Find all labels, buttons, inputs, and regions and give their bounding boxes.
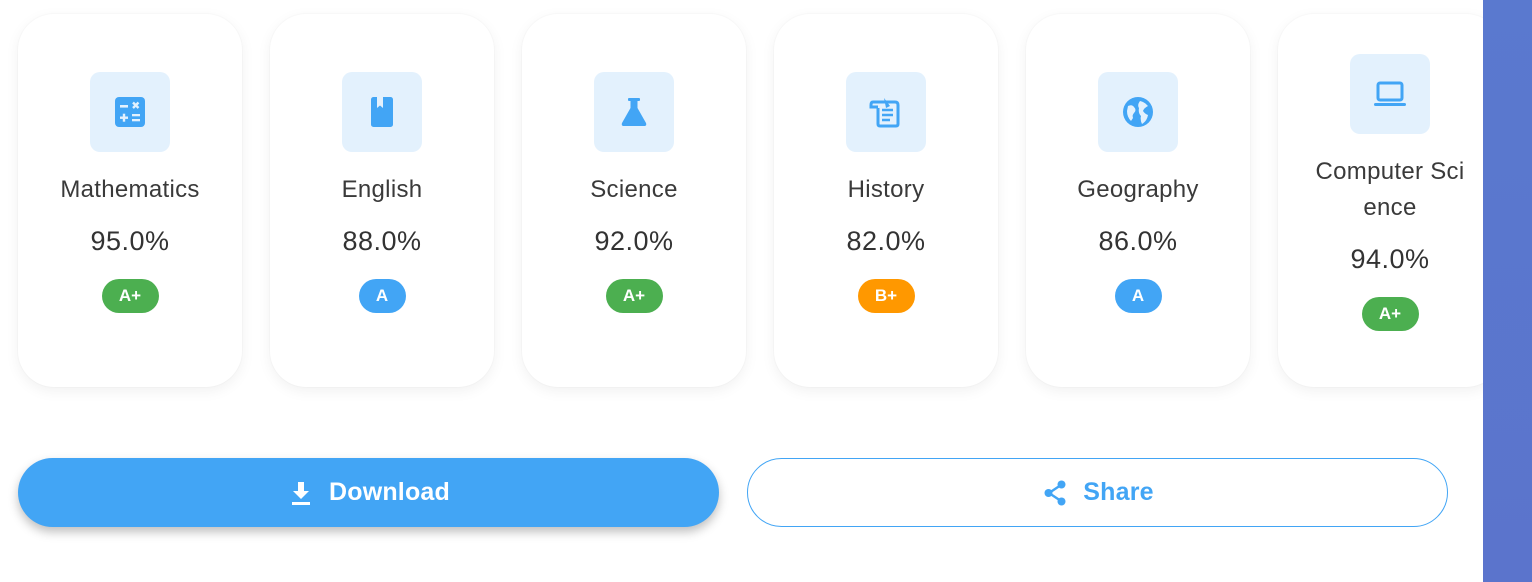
subject-name: Geography (1077, 176, 1199, 203)
action-buttons: Download Share (18, 458, 1448, 527)
subject-percentage: 94.0% (1350, 244, 1430, 274)
grade-badge: A (1114, 279, 1162, 313)
grade-badge: B+ (857, 279, 915, 313)
subject-name: Computer Science (1315, 158, 1465, 221)
subject-name: English (341, 176, 423, 203)
subject-name: History (847, 176, 925, 203)
subject-name: Science (590, 176, 678, 203)
subject-card-history: History 82.0% B+ (774, 14, 998, 387)
download-button[interactable]: Download (18, 458, 719, 527)
flask-icon (594, 72, 674, 152)
download-label: Download (328, 478, 451, 506)
download-icon (287, 479, 315, 507)
subject-card-geography: Geography 86.0% A (1026, 14, 1250, 387)
subject-name: Mathematics (60, 176, 200, 203)
grade-badge: A+ (605, 279, 663, 313)
share-button[interactable]: Share (747, 458, 1448, 527)
share-icon (1041, 479, 1069, 507)
subject-card-english: English 88.0% A (270, 14, 494, 387)
report-content: Mathematics 95.0% A+ English 88.0% A Sci… (0, 0, 1483, 582)
grade-badge: A+ (1361, 297, 1419, 331)
subject-card-science: Science 92.0% A+ (522, 14, 746, 387)
subject-percentage: 86.0% (1098, 226, 1178, 256)
scroll-icon (846, 72, 926, 152)
subject-cards: Mathematics 95.0% A+ English 88.0% A Sci… (18, 14, 1483, 387)
grade-badge: A (358, 279, 406, 313)
laptop-icon (1350, 54, 1430, 134)
subject-percentage: 88.0% (342, 226, 422, 256)
subject-percentage: 82.0% (846, 226, 926, 256)
subject-card-mathematics: Mathematics 95.0% A+ (18, 14, 242, 387)
globe-icon (1098, 72, 1178, 152)
grade-badge: A+ (101, 279, 159, 313)
side-panel (1483, 0, 1532, 582)
subject-card-computer-science: Computer Science 94.0% A+ (1278, 14, 1483, 387)
subject-percentage: 92.0% (594, 226, 674, 256)
share-label: Share (1083, 478, 1154, 506)
calculator-icon (90, 72, 170, 152)
book-icon (342, 72, 422, 152)
subject-percentage: 95.0% (90, 226, 170, 256)
